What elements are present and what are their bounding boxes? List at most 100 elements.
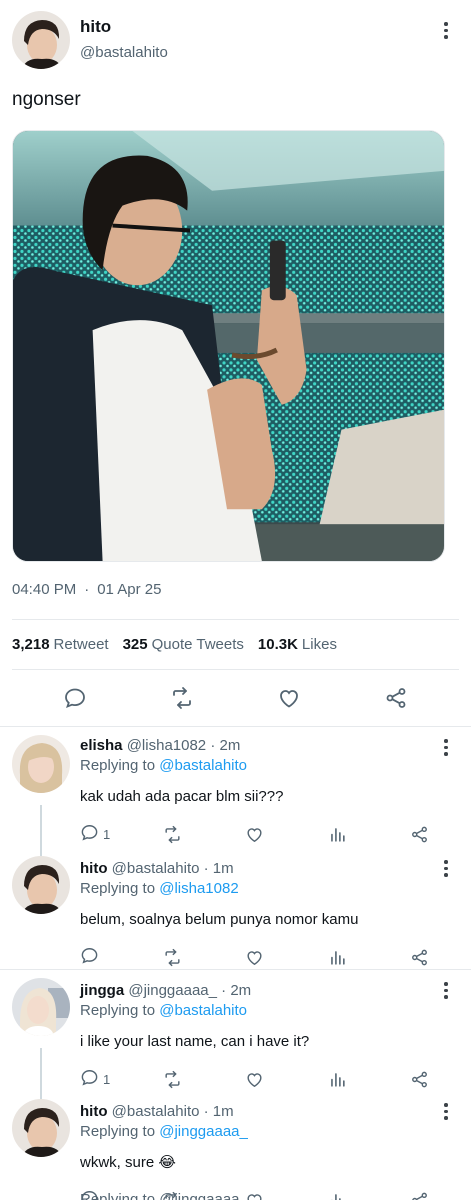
more-vertical-icon[interactable] [441, 22, 451, 39]
reply-header: elisha @lisha1082 · 2m [80, 736, 471, 756]
more-vertical-icon[interactable] [441, 1103, 451, 1120]
quote-count[interactable]: 325 [123, 636, 148, 653]
avatar[interactable] [12, 856, 70, 914]
likes-label[interactable]: Likes [302, 636, 337, 653]
display-name[interactable]: hito [80, 17, 168, 37]
likes-count[interactable]: 10.3K [258, 636, 298, 653]
replying-to: Replying to @lisha1082 [80, 879, 471, 899]
replying-to: Replying to @bastalahito [80, 1001, 471, 1021]
quote-label[interactable]: Quote Tweets [152, 636, 244, 653]
reply-tweet: hito @bastalahito · 1m Replying to @jingg… [0, 1091, 471, 1200]
heart-icon[interactable] [245, 948, 285, 967]
reply-header: jingga @jinggaaaa_ · 2m [80, 981, 471, 1001]
reply-text: belum, soalnya belum punya nomor kamu [80, 911, 359, 928]
thread-line [40, 1048, 42, 1091]
views-icon[interactable] [328, 1070, 368, 1089]
tweet-photo[interactable] [12, 130, 445, 562]
share-icon[interactable] [410, 1070, 450, 1089]
comment-button[interactable]: 1 [80, 1068, 120, 1090]
reply-time[interactable]: 1m [213, 1103, 234, 1120]
more-vertical-icon[interactable] [441, 739, 451, 756]
comment-icon[interactable] [62, 685, 88, 711]
reply-author-handle[interactable]: @bastalahito [112, 1103, 200, 1120]
reply-time[interactable]: 2m [230, 982, 251, 999]
reply-tweet: elisha @lisha1082 · 2m Replying to @basta… [0, 727, 471, 848]
thread-line [40, 1091, 42, 1099]
tweet-timestamp[interactable]: 04:40 PM · 01 Apr 25 [12, 580, 459, 600]
comment-icon[interactable] [80, 946, 99, 968]
reply-author-name[interactable]: hito [80, 860, 108, 877]
tweet-stats: 3,218 Retweet 325 Quote Tweets 10.3K Likes [12, 620, 459, 669]
heart-icon[interactable] [245, 825, 285, 844]
replies-list: elisha @lisha1082 · 2m Replying to @basta… [0, 727, 471, 1200]
comment-button[interactable] [80, 946, 120, 968]
author-names: hito @bastalahito [80, 17, 168, 63]
replying-to-prefix: Replying to [80, 1002, 156, 1019]
heart-icon[interactable] [276, 685, 302, 711]
reply-text: wkwk, sure 😂 [80, 1154, 176, 1171]
retweet-icon[interactable] [163, 948, 203, 967]
reply-text: i like your last name, can i have it? [80, 1033, 310, 1050]
thread-line [40, 805, 42, 848]
heart-icon[interactable] [245, 1191, 285, 1200]
reply-actions: 1 [80, 823, 450, 845]
reply-author-name[interactable]: hito [80, 1103, 108, 1120]
retweet-icon[interactable] [163, 1070, 203, 1089]
avatar[interactable] [12, 1099, 70, 1157]
views-icon[interactable] [328, 1191, 368, 1200]
replying-to-prefix: Replying to [80, 880, 156, 897]
reply-author-handle[interactable]: @jinggaaaa_ [128, 982, 217, 999]
replying-to-link[interactable]: @lisha1082 [159, 880, 238, 897]
reply-count: 1 [103, 826, 111, 842]
avatar[interactable] [12, 735, 70, 793]
replying-to: Replying to @jinggaaaa_ [80, 1122, 471, 1142]
main-tweet: hito @bastalahito ngonser 04:40 PM · 01 … [0, 0, 471, 726]
replying-to: Replying to @bastalahito [80, 756, 471, 776]
reply-tweet: jingga @jinggaaaa_ · 2m Replying to @bast… [0, 970, 471, 1091]
tweet-time: 04:40 PM [12, 581, 77, 598]
reply-actions [80, 946, 450, 968]
replying-to-link[interactable]: @bastalahito [159, 757, 247, 774]
tweet-header: hito @bastalahito [12, 11, 459, 69]
more-vertical-icon[interactable] [441, 982, 451, 999]
reply-author-name[interactable]: jingga [80, 982, 124, 999]
views-icon[interactable] [328, 825, 368, 844]
share-icon[interactable] [383, 685, 409, 711]
time-separator: · [203, 1103, 209, 1120]
avatar[interactable] [12, 11, 70, 69]
replying-to-link[interactable]: @jinggaaaa_ [159, 1123, 248, 1140]
user-handle[interactable]: @bastalahito [80, 43, 168, 63]
comment-icon[interactable] [80, 1068, 99, 1090]
retweet-label[interactable]: Retweet [54, 636, 109, 653]
cut-off-reply: Replying to @jinggaaaa_ [80, 1191, 248, 1200]
reply-header: hito @bastalahito · 1m [80, 859, 471, 879]
reply-author-name[interactable]: elisha [80, 737, 123, 754]
heart-icon[interactable] [245, 1070, 285, 1089]
replying-to-prefix: Replying to [80, 1123, 156, 1140]
avatar[interactable] [12, 978, 70, 1036]
replying-to-prefix: Replying to [80, 757, 156, 774]
retweet-icon[interactable] [169, 685, 195, 711]
reply-text: kak udah ada pacar blm sii??? [80, 788, 284, 805]
share-icon[interactable] [410, 948, 450, 967]
share-icon[interactable] [410, 825, 450, 844]
reply-header: hito @bastalahito · 1m [80, 1102, 471, 1122]
views-icon[interactable] [328, 948, 368, 967]
time-separator: · [203, 860, 209, 877]
more-vertical-icon[interactable] [441, 860, 451, 877]
tweet-date: 01 Apr 25 [97, 581, 162, 598]
reply-tweet: hito @bastalahito · 1m Replying to @lisha… [0, 848, 471, 969]
comment-button[interactable]: 1 [80, 823, 120, 845]
retweet-count[interactable]: 3,218 [12, 636, 50, 653]
reply-time[interactable]: 2m [220, 737, 241, 754]
retweet-icon[interactable] [163, 825, 203, 844]
thread-line [40, 848, 42, 856]
reply-author-handle[interactable]: @lisha1082 [127, 737, 206, 754]
share-icon[interactable] [410, 1191, 450, 1200]
reply-time[interactable]: 1m [213, 860, 234, 877]
time-separator: · [221, 982, 227, 999]
replying-to-link[interactable]: @bastalahito [159, 1002, 247, 1019]
reply-author-handle[interactable]: @bastalahito [112, 860, 200, 877]
time-separator: · [210, 737, 216, 754]
comment-icon[interactable] [80, 823, 99, 845]
